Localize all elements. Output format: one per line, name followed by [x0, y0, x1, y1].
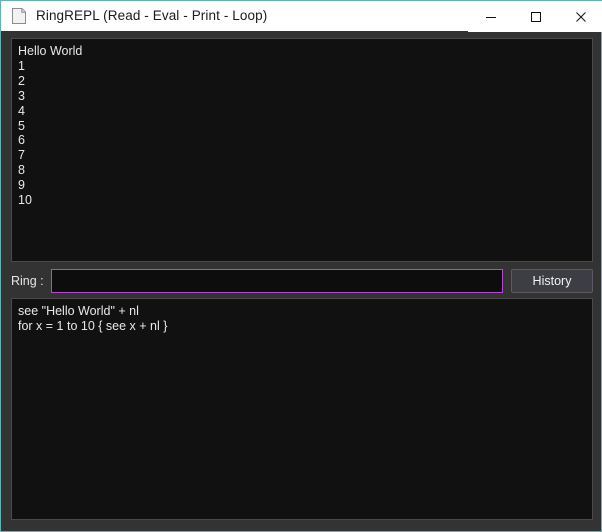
minimize-button[interactable] [468, 1, 513, 32]
document-icon [10, 7, 28, 25]
close-button[interactable] [558, 1, 602, 32]
ring-label: Ring : [11, 274, 44, 288]
history-button[interactable]: History [511, 269, 593, 293]
title-bar: RingREPL (Read - Eval - Print - Loop) [1, 0, 602, 31]
code-text: see "Hello World" + nl for x = 1 to 10 {… [18, 304, 586, 334]
ring-input-row: Ring : History [11, 269, 593, 293]
output-text: Hello World 1 2 3 4 5 6 7 8 9 10 [18, 44, 586, 208]
maximize-button[interactable] [513, 1, 558, 32]
window-controls [468, 1, 602, 32]
window-title: RingREPL (Read - Eval - Print - Loop) [36, 9, 267, 23]
ring-input[interactable] [51, 269, 503, 293]
maximize-icon [530, 11, 542, 23]
output-console[interactable]: Hello World 1 2 3 4 5 6 7 8 9 10 [11, 38, 593, 262]
close-icon [575, 11, 587, 23]
repl-window: RingREPL (Read - Eval - Print - Loop) [0, 0, 602, 532]
code-editor[interactable]: see "Hello World" + nl for x = 1 to 10 {… [11, 298, 593, 520]
minimize-icon [485, 11, 497, 23]
